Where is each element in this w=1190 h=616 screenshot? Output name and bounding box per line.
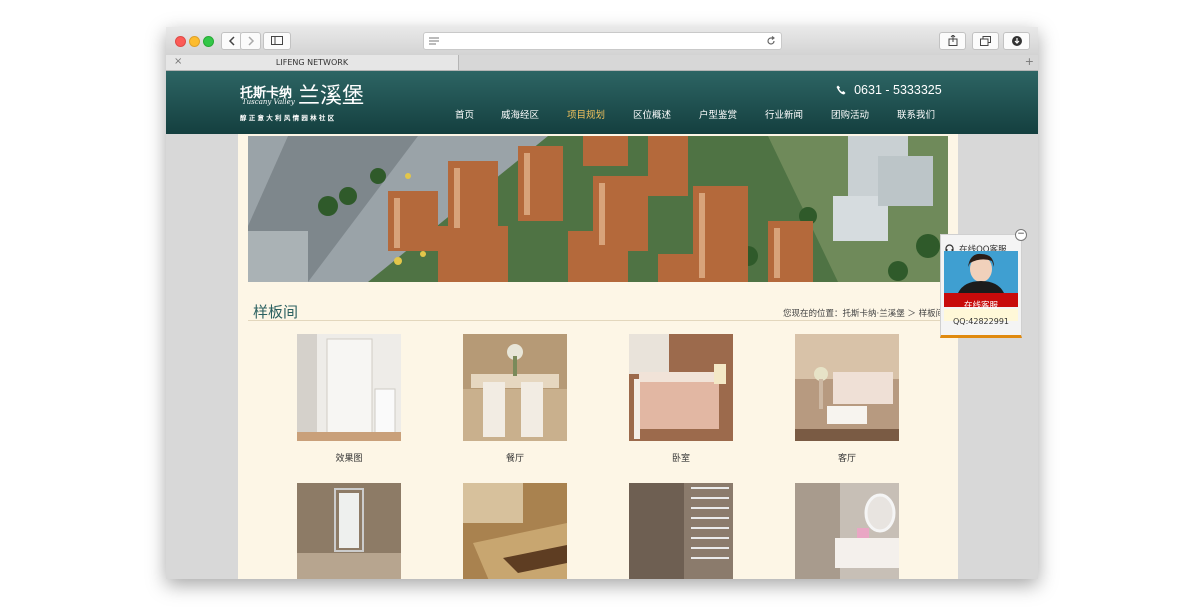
back-icon (228, 36, 235, 46)
gallery-thumb-rendering[interactable] (297, 334, 401, 441)
support-agent-photo (944, 251, 1018, 293)
zoom-window-button[interactable] (203, 36, 214, 47)
download-button[interactable] (1003, 32, 1030, 50)
section-divider (248, 320, 948, 321)
qq-support-widget: − 在线QQ客服 在线客服 QQ:42822991 (940, 229, 1027, 338)
site-logo[interactable]: 托斯卡纳 Tuscany Valley 兰溪堡 醇 正 意 大 利 风 情 园 … (240, 80, 380, 125)
reload-icon[interactable] (766, 36, 776, 46)
phone-icon (836, 85, 846, 95)
nav-weihai[interactable]: 威海经区 (501, 107, 539, 121)
gallery-label-dining[interactable]: 餐厅 (463, 451, 567, 464)
gallery-thumb-dining[interactable] (463, 334, 567, 441)
address-bar[interactable] (423, 32, 782, 50)
gallery-thumb-6[interactable] (463, 483, 567, 579)
gallery-thumb-living[interactable] (795, 334, 899, 441)
gallery-label-rendering[interactable]: 效果图 (297, 451, 401, 464)
browser-toolbar (166, 27, 1038, 56)
nav-location[interactable]: 区位概述 (633, 107, 671, 121)
nav-contact[interactable]: 联系我们 (897, 107, 935, 121)
bathroom-photo (297, 483, 401, 579)
browser-window: × LIFENG NETWORK + 托斯卡纳 Tuscany Valley 兰… (166, 27, 1038, 579)
bedroom-photo (629, 334, 733, 441)
tab-title: LIFENG NETWORK (275, 58, 349, 67)
web-page: 托斯卡纳 Tuscany Valley 兰溪堡 醇 正 意 大 利 风 情 园 … (166, 71, 1038, 579)
closet-photo (629, 483, 733, 579)
qq-chat-button[interactable]: 在线客服 (944, 293, 1018, 311)
project-banner-image (248, 136, 948, 282)
living-room-photo (795, 334, 899, 441)
dining-room-photo (463, 334, 567, 441)
gallery-label-living[interactable]: 客厅 (795, 451, 899, 464)
minimize-window-button[interactable] (189, 36, 200, 47)
gallery-thumb-5[interactable] (297, 483, 401, 579)
rendering-photo (297, 334, 401, 441)
main-content: 样板间 您现在的位置：托斯卡纳·兰溪堡 ＞ 样板间 效果图 餐厅 卧室 客厅 (238, 134, 958, 579)
phone-text: 0631 - 5333325 (854, 83, 942, 97)
new-tab-button[interactable]: + (1025, 55, 1034, 68)
sidebar-button[interactable] (263, 32, 291, 50)
reader-icon (429, 37, 439, 45)
forward-button[interactable] (240, 32, 261, 50)
nav-planning[interactable]: 项目规划 (567, 107, 605, 121)
site-header: 托斯卡纳 Tuscany Valley 兰溪堡 醇 正 意 大 利 风 情 园 … (166, 71, 1038, 134)
page-title: 样板间 (253, 303, 299, 321)
forward-icon (247, 36, 254, 46)
share-button[interactable] (939, 32, 966, 50)
sidebar-icon (271, 36, 283, 45)
qq-number-text: QQ:42822991 (952, 317, 1009, 326)
tabs-button[interactable] (972, 32, 999, 50)
gallery-thumb-7[interactable] (629, 483, 733, 579)
download-icon (1011, 36, 1022, 46)
tab-bar: × LIFENG NETWORK + (166, 55, 1038, 71)
phone-number: 0631 - 5333325 (836, 79, 942, 98)
gallery-thumb-8[interactable] (795, 483, 899, 579)
breadcrumb: 您现在的位置：托斯卡纳·兰溪堡 ＞ 样板间 (783, 309, 943, 319)
share-icon (948, 34, 957, 46)
tabs-icon (980, 36, 991, 46)
nav-news[interactable]: 行业新闻 (765, 107, 803, 121)
nav-group-buy[interactable]: 团购活动 (831, 107, 869, 121)
logo-slogan: 醇 正 意 大 利 风 情 园 林 社 区 (240, 114, 335, 122)
nav-home[interactable]: 首页 (455, 107, 474, 121)
gallery-label-bedroom[interactable]: 卧室 (629, 451, 733, 464)
logo-subtitle-en: Tuscany Valley (242, 98, 295, 106)
logo-name: 兰溪堡 (298, 84, 365, 109)
qq-number: QQ:42822991 (944, 309, 1018, 326)
bed-detail-photo (463, 483, 567, 579)
vanity-photo (795, 483, 899, 579)
back-button[interactable] (221, 32, 242, 50)
qq-minimize-button[interactable]: − (1015, 229, 1027, 241)
browser-tab[interactable]: × LIFENG NETWORK (166, 55, 459, 70)
aerial-rendering-illustration (248, 136, 948, 282)
close-window-button[interactable] (175, 36, 186, 47)
gallery-thumb-bedroom[interactable] (629, 334, 733, 441)
nav-floorplans[interactable]: 户型鉴赏 (699, 107, 737, 121)
